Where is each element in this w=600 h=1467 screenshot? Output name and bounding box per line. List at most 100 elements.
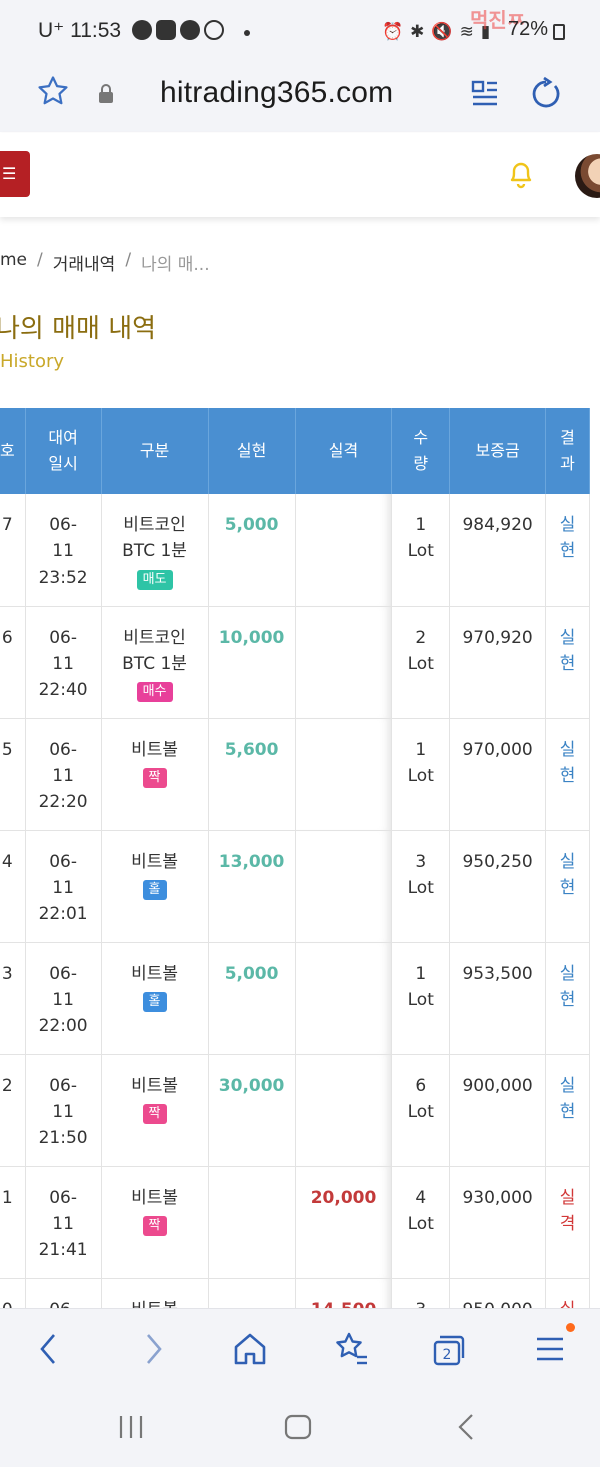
cell-margin: 950,250: [449, 830, 547, 943]
header-result: 결과: [545, 408, 590, 494]
cell-margin: 970,000: [449, 718, 547, 831]
lock-icon: [97, 84, 115, 108]
status-bar: U⁺ 11:53 ⏰ ✱ 🔇 ≋ ▮ 먹진ㅉ 72%: [0, 0, 600, 62]
cell-result[interactable]: 실현: [545, 1054, 590, 1167]
cell-lose: [295, 494, 393, 607]
cell-qty: 1 Lot: [391, 942, 451, 1055]
address-bar: hitrading365.com: [0, 62, 600, 132]
cell-result[interactable]: 실현: [545, 830, 590, 943]
cell-type: 비트코인 BTC 1분 매도: [101, 494, 209, 607]
cell-qty: 1 Lot: [391, 718, 451, 831]
cell-margin: 984,920: [449, 494, 547, 607]
header-lose: 실격: [295, 408, 393, 494]
bookmark-star-icon[interactable]: [36, 74, 70, 112]
cell-result[interactable]: 실현: [545, 606, 590, 719]
header-real: 실현: [208, 408, 296, 494]
cell-qty: 2 Lot: [391, 606, 451, 719]
b-app-icon: [204, 20, 224, 40]
recent-apps-icon[interactable]: [116, 1412, 146, 1446]
cell-result[interactable]: 실격: [545, 1278, 590, 1308]
table-row: 2 06- 11 21:50 비트볼 짝 30,000 6 Lot 900,000 실 현: [0, 1054, 590, 1167]
reload-icon[interactable]: [529, 76, 563, 114]
trade-history-table: 호 대여 일시 구분 실현 실격 수량 보증금 결과 7 06- 11 23:52 비트코…: [0, 408, 590, 1308]
breadcrumb: me / 거래내역 / 나의 매...: [0, 250, 210, 275]
header-type: 구분: [101, 408, 209, 494]
type-badge: 짝: [142, 1215, 167, 1236]
trade-history-table-wrap[interactable]: 호 대여 일시 구분 실현 실격 수량 보증금 결과 7 06- 11 23:52 비트코…: [0, 408, 600, 1308]
cell-lose: [295, 942, 393, 1055]
cell-type: 비트볼짝: [101, 718, 209, 831]
browser-bottom-nav: 2: [0, 1308, 600, 1388]
cell-no: 7: [0, 494, 26, 607]
cell-result[interactable]: 실현: [545, 942, 590, 1055]
battery-icon: [553, 24, 565, 40]
cell-margin: 900,000: [449, 1054, 547, 1167]
battery-percent: 72%: [508, 18, 549, 40]
cell-date: 06- 11 21:50: [25, 1054, 102, 1167]
cell-margin: 950,000: [449, 1278, 547, 1308]
alarm-icon: ⏰: [382, 22, 404, 42]
cell-lose: 14,500: [295, 1278, 393, 1308]
home-icon[interactable]: [232, 1329, 268, 1373]
talk-icon: [132, 20, 152, 40]
cell-real: 5,600: [208, 718, 296, 831]
cell-result[interactable]: 실격: [545, 1166, 590, 1279]
tab-count: 2: [443, 1347, 452, 1363]
forward-icon[interactable]: [138, 1329, 168, 1373]
cell-margin: 930,000: [449, 1166, 547, 1279]
cell-qty: 4 Lot: [391, 1166, 451, 1279]
breadcrumb-section[interactable]: 거래내역: [53, 250, 116, 275]
cell-no: 4: [0, 830, 26, 943]
breadcrumb-current: 나의 매...: [141, 255, 210, 275]
cell-result[interactable]: 실현: [545, 718, 590, 831]
table-row: 1 06- 11 21:41 비트볼 짝 20,000 4 Lot 930,000 실 격: [0, 1166, 590, 1279]
type-badge: 매수: [136, 682, 173, 703]
cell-qty: 3Lot: [391, 1278, 451, 1308]
cell-no: 5: [0, 718, 26, 831]
breadcrumb-home[interactable]: me: [0, 250, 27, 275]
cell-date: 06- 11 22:00: [25, 942, 102, 1055]
carrier-time: U⁺ 11:53: [38, 19, 122, 42]
url-text[interactable]: hitrading365.com: [160, 76, 393, 110]
cell-type: 비트볼짝: [101, 1166, 209, 1279]
cell-no: 6: [0, 606, 26, 719]
cell-real: [208, 1166, 296, 1279]
type-badge: 매도: [136, 569, 173, 590]
cell-type: 비트볼 홀: [101, 830, 209, 943]
cell-no: 1: [0, 1166, 26, 1279]
bell-icon[interactable]: [507, 159, 535, 193]
menu-icon: ☰: [2, 164, 17, 183]
cell-real: 10,000: [208, 606, 296, 719]
cell-real: 5,000: [208, 494, 296, 607]
hamburger-menu-icon[interactable]: [534, 1329, 566, 1373]
cell-date: 06-1121:40: [25, 1278, 102, 1308]
cell-qty: 1 Lot: [391, 494, 451, 607]
cell-qty: 3Lot: [391, 830, 451, 943]
cell-result[interactable]: 실현: [545, 494, 590, 607]
back-icon[interactable]: [34, 1329, 64, 1373]
cell-type: 비트볼짝: [101, 1054, 209, 1167]
system-back-icon[interactable]: [452, 1412, 482, 1446]
reader-mode-icon[interactable]: [470, 78, 500, 112]
cell-date: 06- 11 22:01: [25, 830, 102, 943]
cell-no: 2: [0, 1054, 26, 1167]
cell-type: 비트코인 BTC 1분 매수: [101, 606, 209, 719]
bluetooth-icon: ✱: [410, 22, 425, 42]
home-button-icon[interactable]: [283, 1412, 313, 1446]
tabs-icon[interactable]: 2: [430, 1329, 468, 1373]
page-title: 나의 매매 내역: [0, 314, 157, 344]
cell-real: 5,000: [208, 942, 296, 1055]
cell-lose: [295, 1054, 393, 1167]
menu-button[interactable]: ☰: [0, 151, 30, 197]
cell-no: 3: [0, 942, 26, 1055]
cell-lose: [295, 830, 393, 943]
table-header-row: 호 대여 일시 구분 실현 실격 수량 보증금 결과: [0, 408, 590, 494]
site-header: ☰: [0, 133, 600, 217]
note-icon: [156, 20, 176, 40]
chat-icon: [180, 20, 200, 40]
header-no: 호: [0, 408, 26, 494]
cell-real: 30,000: [208, 1054, 296, 1167]
table-row: 7 06- 11 23:52 비트코인 BTC 1분 매도 5,000 1 Lot 984,920 실…: [0, 494, 590, 607]
bookmarks-icon[interactable]: [332, 1329, 370, 1373]
avatar[interactable]: [575, 154, 600, 198]
